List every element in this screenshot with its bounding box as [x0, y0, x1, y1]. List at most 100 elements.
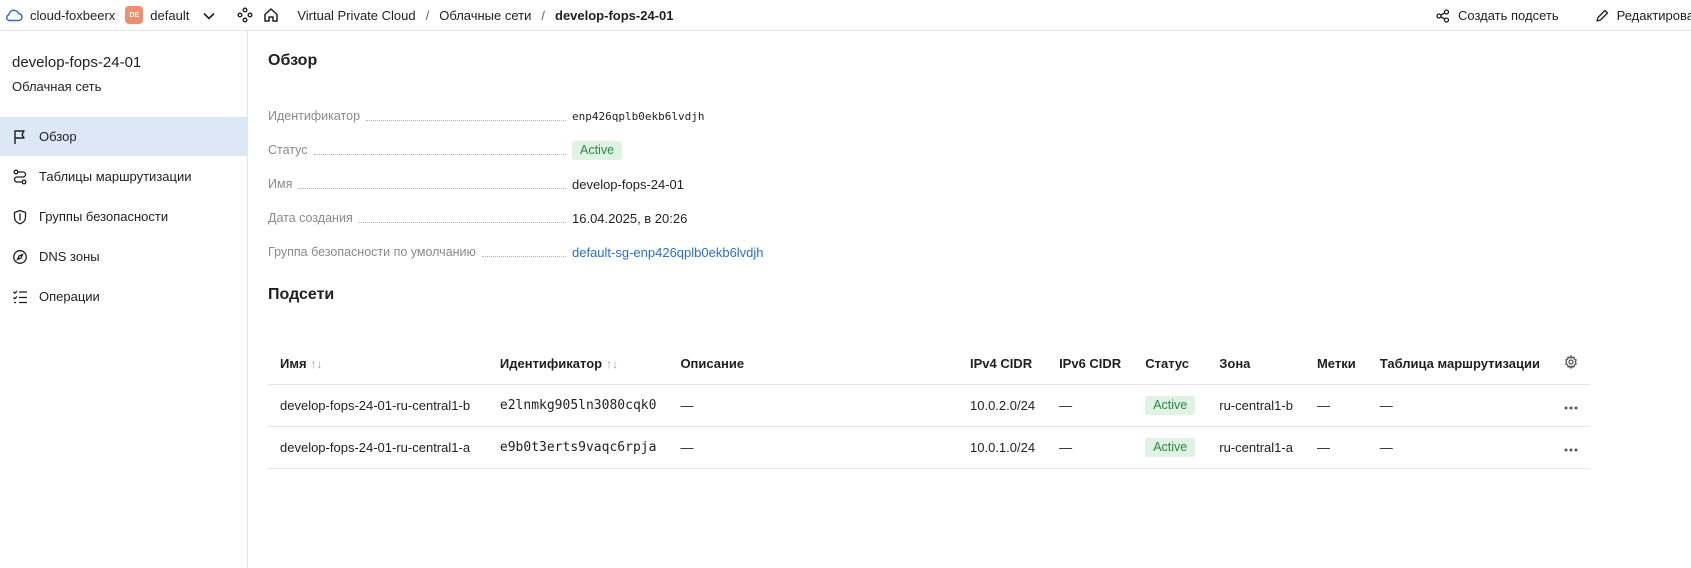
- breadcrumb-separator: /: [541, 7, 545, 23]
- subnet-description: —: [668, 384, 958, 427]
- table-settings-button[interactable]: [1551, 344, 1590, 385]
- subnet-ipv4: 10.0.1.0/24: [958, 426, 1048, 469]
- sidebar-item-label: Таблицы маршрутизации: [39, 169, 192, 184]
- sidebar-item-route-tables[interactable]: Таблицы маршрутизации: [0, 157, 247, 196]
- property-row: Группа безопасности по умолчанию default…: [268, 235, 828, 269]
- shield-icon: [13, 209, 27, 224]
- subnets-table: Имя ↑↓ Идентификатор ↑↓ Описание IPv4 CIDR…: [268, 344, 1590, 469]
- property-row: Идентификатор enp426qplb0ekb6lvdjh: [268, 99, 828, 133]
- status-badge: Active: [1145, 395, 1196, 415]
- created-date-value: 16.04.2025, в 20:26: [572, 210, 688, 226]
- row-actions-button[interactable]: [1551, 426, 1590, 469]
- subnet-name[interactable]: develop-fops-24-01-ru-central1-a: [268, 426, 488, 469]
- subnet-name[interactable]: develop-fops-24-01-ru-central1-b: [268, 384, 488, 427]
- breadcrumb-vpc[interactable]: Virtual Private Cloud: [297, 8, 415, 23]
- column-ipv4: IPv4 CIDR: [958, 344, 1048, 385]
- home-icon[interactable]: [261, 5, 281, 25]
- column-name[interactable]: Имя ↑↓: [268, 344, 488, 385]
- table-row[interactable]: develop-fops-24-01-ru-central1-a e9b0t3e…: [268, 426, 1590, 469]
- status-badge: Active: [572, 140, 623, 160]
- cloud-selector[interactable]: cloud-foxbeerx: [4, 5, 115, 25]
- more-icon: [1564, 406, 1578, 409]
- folder-name: default: [150, 7, 190, 23]
- flag-icon: [14, 129, 25, 144]
- subnet-zone: ru-central1-b: [1207, 384, 1305, 427]
- security-group-link[interactable]: default-sg-enp426qplb0ekb6lvdjh: [572, 245, 764, 260]
- subnet-status-cell: Active: [1133, 384, 1208, 427]
- pencil-icon: [1595, 9, 1608, 22]
- property-label: Имя: [268, 177, 293, 191]
- column-route-table: Таблица маршрутизации: [1367, 344, 1552, 385]
- share-nodes-icon: [1436, 8, 1450, 23]
- column-id[interactable]: Идентификатор ↑↓: [487, 344, 669, 385]
- sidebar-item-dns-zones[interactable]: DNS зоны: [0, 237, 247, 276]
- column-label: Имя: [280, 356, 307, 372]
- table-header-row: Имя ↑↓ Идентификатор ↑↓ Описание IPv4 CIDR…: [268, 344, 1590, 385]
- subnet-route-table: —: [1367, 384, 1552, 427]
- sidebar: develop-fops-24-01 Облачная сеть Обзор Т…: [0, 31, 248, 568]
- create-subnet-button[interactable]: Создать подсеть: [1436, 8, 1559, 23]
- property-row: Дата создания 16.04.2025, в 20:26: [268, 201, 828, 235]
- compass-icon: [13, 249, 27, 264]
- list-icon: [13, 290, 27, 303]
- cloud-icon: [4, 5, 24, 25]
- subnets-heading: Подсети: [268, 286, 335, 303]
- subnet-ipv4: 10.0.2.0/24: [958, 384, 1048, 427]
- subnet-ipv6: —: [1047, 426, 1134, 469]
- status-badge: Active: [1145, 437, 1196, 457]
- sidebar-item-label: DNS зоны: [39, 249, 100, 264]
- column-status: Статус: [1133, 344, 1208, 385]
- property-label: Статус: [268, 143, 308, 157]
- property-row: Статус Active: [268, 133, 828, 167]
- dotted-leader: [481, 255, 566, 257]
- overview-properties: Идентификатор enp426qplb0ekb6lvdjh Стату…: [268, 99, 828, 269]
- sort-icon[interactable]: ↑↓: [606, 357, 618, 371]
- gear-icon: [1565, 354, 1577, 370]
- column-description: Описание: [668, 344, 958, 385]
- network-id-value: enp426qplb0ekb6lvdjh: [572, 109, 705, 123]
- row-actions-button[interactable]: [1551, 384, 1590, 427]
- chevron-down-icon: [203, 8, 215, 23]
- subnet-ipv6: —: [1047, 384, 1134, 427]
- more-icon: [1564, 448, 1578, 451]
- sidebar-item-security-groups[interactable]: Группы безопасности: [0, 197, 247, 236]
- subnet-zone: ru-central1-a: [1207, 426, 1305, 469]
- subnet-description: —: [668, 426, 958, 469]
- services-icon[interactable]: [235, 5, 255, 25]
- dotted-leader: [313, 153, 566, 155]
- column-labels: Метки: [1304, 344, 1368, 385]
- toolbar-actions: Создать подсеть Редактировать: [1436, 0, 1691, 31]
- overview-heading: Обзор: [268, 52, 318, 69]
- edit-button[interactable]: Редактировать: [1595, 8, 1691, 23]
- sort-icon[interactable]: ↑↓: [311, 357, 323, 371]
- edit-label: Редактировать: [1616, 8, 1691, 23]
- main-content: Обзор Идентификатор enp426qplb0ekb6lvdjh…: [268, 31, 1691, 568]
- property-label: Дата создания: [268, 211, 353, 225]
- route-icon: [13, 169, 27, 184]
- cloud-name: cloud-foxbeerx: [30, 7, 116, 23]
- column-label: Идентификатор: [499, 356, 603, 372]
- table-row[interactable]: develop-fops-24-01-ru-central1-b e2lnmkg…: [268, 384, 1590, 427]
- sidebar-item-label: Группы безопасности: [39, 209, 169, 224]
- network-name-value: develop-fops-24-01: [572, 176, 685, 192]
- subnet-labels: —: [1304, 384, 1368, 427]
- sidebar-item-operations[interactable]: Операции: [0, 277, 247, 316]
- breadcrumb-separator: /: [425, 7, 430, 23]
- sidebar-item-overview[interactable]: Обзор: [0, 117, 247, 156]
- column-ipv6: IPv6 CIDR: [1047, 344, 1134, 385]
- sidebar-nav: Обзор Таблицы маршрутизации Группы безоп…: [0, 117, 247, 317]
- subnet-labels: —: [1304, 426, 1368, 469]
- dotted-leader: [358, 221, 566, 223]
- folder-selector[interactable]: DE default: [115, 6, 215, 24]
- property-row: Имя develop-fops-24-01: [268, 167, 828, 201]
- sidebar-item-label: Обзор: [39, 129, 77, 144]
- property-label: Группа безопасности по умолчанию: [268, 245, 476, 259]
- top-bar: cloud-foxbeerx DE default Virtual Privat…: [0, 0, 1691, 31]
- breadcrumb: Virtual Private Cloud / Облачные сети / …: [297, 8, 673, 23]
- property-label: Идентификатор: [268, 109, 361, 123]
- dotted-leader: [366, 119, 566, 121]
- column-zone: Зона: [1207, 344, 1305, 385]
- breadcrumb-networks[interactable]: Облачные сети: [439, 8, 531, 23]
- dotted-leader: [298, 187, 566, 189]
- folder-badge: DE: [125, 6, 144, 24]
